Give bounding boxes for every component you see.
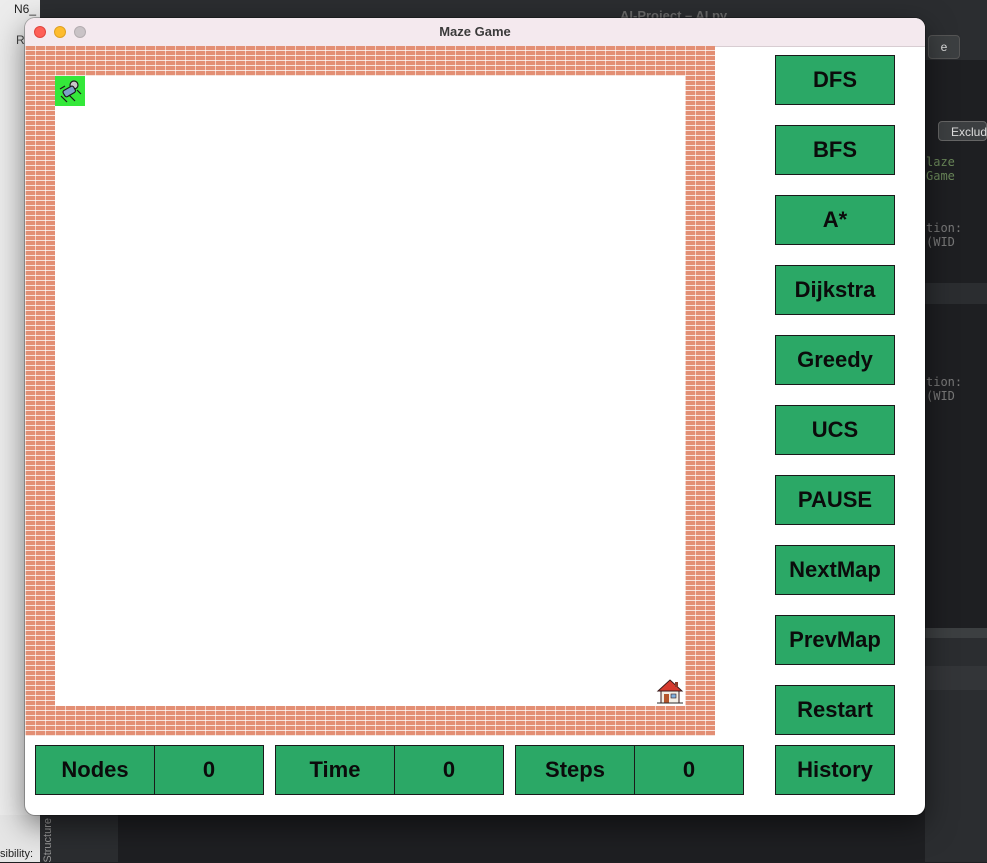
ide-code-line: tion: (WID xyxy=(926,375,963,403)
house-icon xyxy=(655,676,685,706)
maze-game-window: Maze Game DFS BFS A* Dijkstra Greedy UCS… xyxy=(25,18,925,815)
next-map-button[interactable]: NextMap xyxy=(775,545,895,595)
ide-panel-divider[interactable] xyxy=(925,628,987,638)
maze-wall-top xyxy=(25,46,715,76)
bfs-button[interactable]: BFS xyxy=(775,125,895,175)
dfs-button[interactable]: DFS xyxy=(775,55,895,105)
ide-code-line: laze Game xyxy=(926,155,955,183)
maze-board xyxy=(25,46,715,736)
maze-wall-right xyxy=(685,46,715,736)
time-value: 0 xyxy=(394,745,504,795)
restart-button[interactable]: Restart xyxy=(775,685,895,735)
ucs-button[interactable]: UCS xyxy=(775,405,895,455)
prev-map-button[interactable]: PrevMap xyxy=(775,615,895,665)
ide-structure-tab[interactable]: Structure xyxy=(42,818,54,863)
nodes-label: Nodes xyxy=(35,745,155,795)
greedy-button[interactable]: Greedy xyxy=(775,335,895,385)
steps-label: Steps xyxy=(515,745,635,795)
steps-value: 0 xyxy=(634,745,744,795)
window-title: Maze Game xyxy=(439,24,511,39)
maze-wall-bottom xyxy=(25,706,715,736)
astar-button[interactable]: A* xyxy=(775,195,895,245)
ide-left-title: N6_ xyxy=(14,2,37,16)
maze-wall-left xyxy=(25,46,55,736)
time-label: Time xyxy=(275,745,395,795)
dijkstra-button[interactable]: Dijkstra xyxy=(775,265,895,315)
ide-line-highlight xyxy=(925,283,987,304)
player-sprite-icon xyxy=(55,76,85,106)
nodes-value: 0 xyxy=(154,745,264,795)
ide-code-line: tion: (WID xyxy=(926,221,963,249)
history-button[interactable]: History xyxy=(775,745,895,795)
ide-exclude-button[interactable]: Exclud xyxy=(938,121,987,141)
ide-bottom-bar xyxy=(925,666,987,690)
ide-run-config[interactable]: e xyxy=(928,35,960,59)
pause-button[interactable]: PAUSE xyxy=(775,475,895,525)
ide-left-label: R xyxy=(16,33,25,47)
ide-visibility-label: sibility: xyxy=(0,848,34,860)
window-titlebar[interactable]: Maze Game xyxy=(25,18,925,47)
